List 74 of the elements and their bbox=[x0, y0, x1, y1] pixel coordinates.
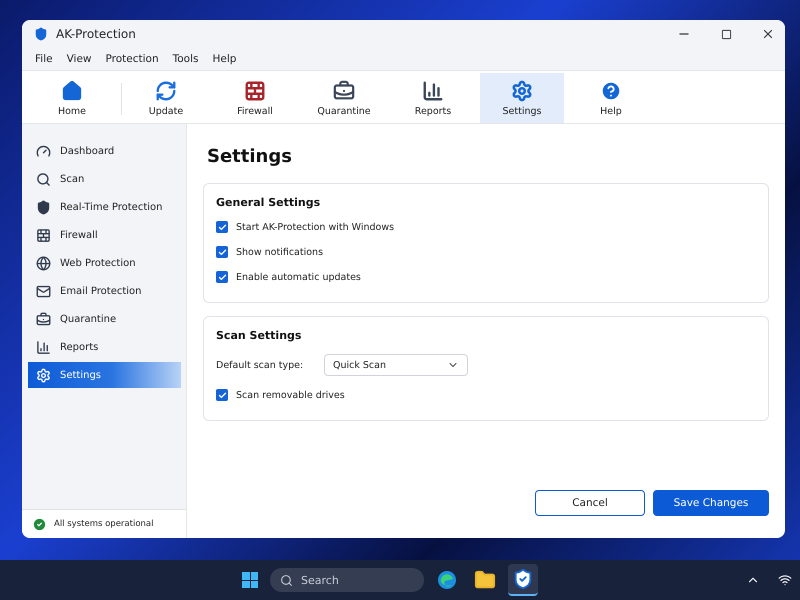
toolbar-button[interactable]: Reports bbox=[391, 73, 475, 123]
section-title: General Settings bbox=[216, 196, 322, 209]
search-icon bbox=[36, 172, 51, 186]
sidebar-item-label: Real-Time Protection bbox=[60, 202, 162, 212]
checkbox-label: Enable automatic updates bbox=[236, 272, 361, 282]
brick-wall-icon bbox=[36, 228, 51, 242]
page-title: Settings bbox=[207, 146, 293, 167]
menu-item[interactable]: Protection bbox=[98, 53, 166, 65]
checkbox[interactable] bbox=[216, 271, 228, 283]
sidebar-item[interactable]: Dashboard bbox=[28, 138, 181, 164]
sidebar-item[interactable]: Quarantine bbox=[28, 306, 181, 332]
gauge-icon bbox=[36, 144, 51, 158]
status-text: All systems operational bbox=[54, 519, 154, 529]
toolbar-button[interactable]: Quarantine bbox=[302, 73, 386, 123]
briefcase-icon bbox=[36, 312, 51, 326]
toolbar-button[interactable]: Firewall bbox=[213, 73, 297, 123]
sidebar-item-label: Settings bbox=[60, 370, 102, 380]
maximize-icon bbox=[720, 28, 732, 40]
folder-icon bbox=[474, 569, 496, 591]
browser-icon bbox=[437, 570, 457, 590]
menu-item[interactable]: View bbox=[60, 53, 98, 65]
sidebar-item[interactable]: Email Protection bbox=[28, 278, 181, 304]
wifi-icon[interactable] bbox=[778, 573, 792, 587]
search-icon bbox=[280, 574, 293, 586]
checkbox[interactable] bbox=[216, 246, 228, 258]
sidebar-item[interactable]: Scan bbox=[28, 166, 181, 192]
checkbox[interactable] bbox=[216, 221, 228, 233]
checkbox-label: Show notifications bbox=[236, 246, 324, 258]
menu-item[interactable]: File bbox=[28, 53, 60, 65]
toolbar-button[interactable]: Update bbox=[124, 73, 208, 123]
help-icon bbox=[600, 80, 622, 102]
shield-icon bbox=[36, 200, 51, 214]
sidebar-item-label: Dashboard bbox=[60, 146, 114, 156]
section-title: Scan Settings bbox=[216, 329, 302, 342]
brick-wall-icon bbox=[244, 80, 266, 102]
bar-chart-icon bbox=[36, 340, 51, 354]
refresh-icon bbox=[155, 80, 177, 102]
scan-type-dropdown[interactable]: Quick Scan bbox=[324, 354, 468, 376]
cancel-button[interactable]: Cancel bbox=[535, 490, 645, 516]
home-icon bbox=[61, 80, 83, 102]
taskbar-search-field[interactable]: Search bbox=[270, 568, 424, 592]
close-icon bbox=[761, 27, 775, 41]
field-label: Default scan type: bbox=[216, 360, 304, 370]
sidebar-item-label: Web Protection bbox=[60, 258, 136, 268]
menu-item[interactable]: Help bbox=[206, 53, 244, 65]
taskbar-app-button[interactable] bbox=[508, 564, 538, 596]
settings-icon bbox=[511, 80, 533, 102]
envelope-icon bbox=[36, 284, 51, 298]
toolbar-button[interactable]: Home bbox=[30, 73, 114, 123]
checkbox-label: Scan removable drives bbox=[236, 390, 345, 400]
sidebar-item-label: Email Protection bbox=[60, 286, 142, 296]
shield-icon bbox=[34, 27, 48, 41]
sidebar-item[interactable]: Real-Time Protection bbox=[28, 194, 181, 220]
bar-chart-icon bbox=[422, 80, 444, 102]
shield-icon bbox=[512, 568, 534, 590]
sidebar-item-label: Scan bbox=[60, 174, 84, 184]
window-title: AK-Protection bbox=[56, 27, 137, 41]
menu-item[interactable]: Tools bbox=[166, 53, 206, 65]
toolbar-button[interactable]: Help bbox=[569, 73, 653, 123]
sidebar-item[interactable]: Reports bbox=[28, 334, 181, 360]
sidebar-item[interactable]: Firewall bbox=[28, 222, 181, 248]
sidebar-item-label: Firewall bbox=[60, 230, 98, 240]
briefcase-icon bbox=[333, 80, 355, 102]
checkbox-label: Start AK-Protection with Windows bbox=[236, 222, 394, 232]
sidebar-item-label: Reports bbox=[60, 342, 98, 352]
settings-icon bbox=[36, 368, 51, 382]
check-circle-icon bbox=[32, 516, 47, 532]
checkbox[interactable] bbox=[216, 389, 228, 401]
toolbar-button[interactable]: Settings bbox=[480, 73, 564, 123]
sidebar-item[interactable]: Web Protection bbox=[28, 250, 181, 276]
save-button[interactable]: Save Changes bbox=[653, 490, 769, 516]
sidebar-item-label: Quarantine bbox=[60, 314, 116, 324]
sidebar-item[interactable]: Settings bbox=[28, 362, 181, 388]
globe-icon bbox=[36, 256, 51, 270]
